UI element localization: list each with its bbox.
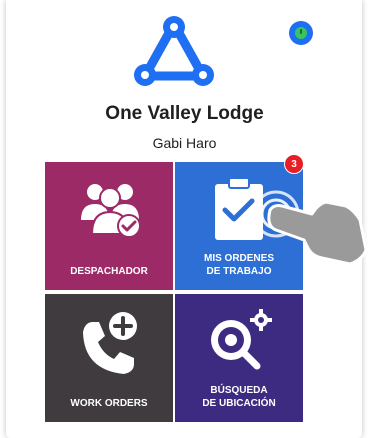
lodge-title: One Valley Lodge: [105, 103, 264, 124]
tile-work-orders-label: WORK ORDERS: [70, 398, 148, 409]
tap-hand-icon: [252, 190, 368, 266]
tile-busqueda-line1: BÚSQUEDA: [210, 385, 268, 396]
tile-work-orders[interactable]: WORK ORDERS: [45, 294, 173, 422]
tile-busqueda-line2: DE UBICACIÓN: [202, 398, 276, 409]
user-name: Gabi Haro: [152, 135, 217, 151]
users-check-icon: [81, 184, 141, 238]
notification-badge: 3: [284, 154, 304, 174]
tile-despachador[interactable]: DESPACHADOR: [45, 162, 173, 290]
triangle-nodes-logo-icon: [134, 16, 214, 86]
tile-busqueda-ubicacion[interactable]: BÚSQUEDA DE UBICACIÓN: [175, 294, 303, 422]
tile-despachador-label: DESPACHADOR: [70, 266, 148, 277]
gear-search-icon: [211, 309, 272, 370]
phone-plus-icon: [83, 312, 137, 374]
clock-status-icon[interactable]: [289, 21, 313, 45]
tile-busqueda-label: BÚSQUEDA DE UBICACIÓN: [202, 384, 275, 410]
